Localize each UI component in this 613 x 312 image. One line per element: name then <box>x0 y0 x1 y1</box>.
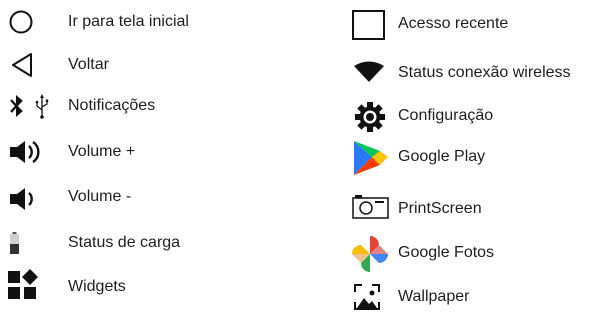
volume-up-icon <box>8 137 48 167</box>
gear-icon <box>352 101 392 132</box>
bluetooth-usb-icon <box>8 91 49 121</box>
legend-label-battery: Status de carga <box>68 234 181 251</box>
triangle-back-icon <box>8 50 48 80</box>
square-outline-icon <box>352 9 392 40</box>
wifi-signal-icon <box>352 58 392 88</box>
legend-label-widgets: Widgets <box>68 278 126 295</box>
circle-outline-icon <box>8 7 48 37</box>
legend-label-settings: Configuração <box>398 107 494 124</box>
legend-label-wireless: Status conexão wireless <box>398 64 571 81</box>
legend-label-google-play: Google Play <box>398 148 486 165</box>
google-photos-icon <box>348 236 388 272</box>
google-play-icon <box>352 141 392 175</box>
legend-label-wallpaper: Wallpaper <box>398 288 470 305</box>
legend-label-volume-up: Volume + <box>68 143 136 160</box>
legend-label-home: Ir para tela inicial <box>68 13 189 30</box>
widgets-icon <box>8 269 48 302</box>
legend-label-printscreen: PrintScreen <box>398 200 482 217</box>
legend-label-notifications: Notificações <box>68 97 156 114</box>
battery-icon <box>8 228 48 258</box>
legend-label-volume-down: Volume - <box>68 188 132 205</box>
camera-icon <box>352 194 392 224</box>
legend-label-google-photos: Google Fotos <box>398 244 495 261</box>
volume-down-icon <box>8 182 48 212</box>
wallpaper-icon <box>352 282 392 312</box>
legend-label-back: Voltar <box>68 56 109 73</box>
legend-label-recent: Acesso recente <box>398 15 509 32</box>
